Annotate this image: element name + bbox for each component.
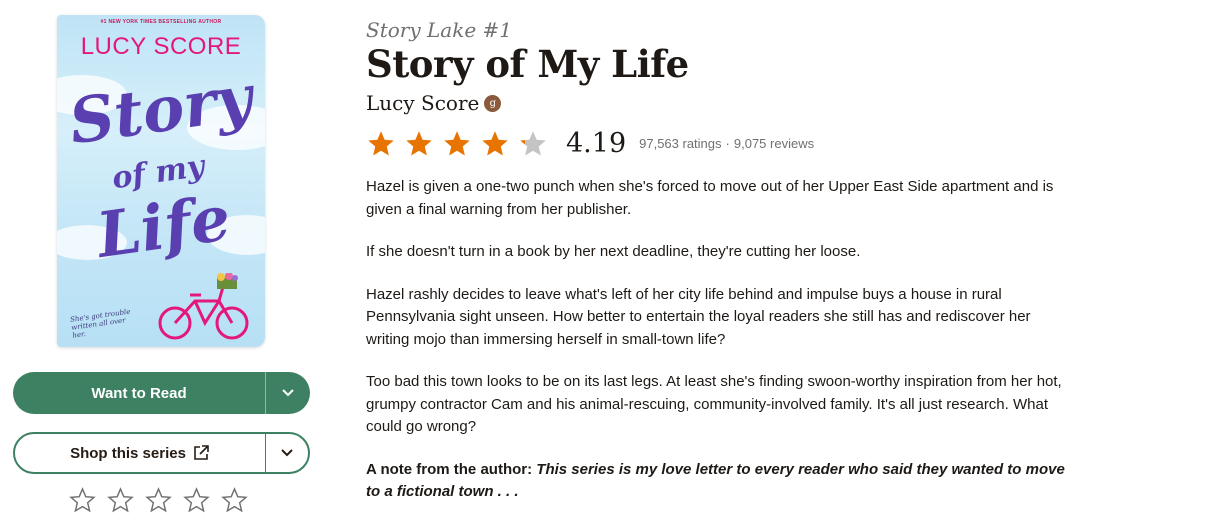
shop-series-button-group: Shop this series xyxy=(13,432,310,474)
description-paragraph: If she doesn't turn in a book by her nex… xyxy=(366,243,861,260)
rate-this-book xyxy=(69,487,248,514)
goodreads-author-badge-icon: g xyxy=(484,94,502,112)
description-paragraph: Hazel rashly decides to leave what's lef… xyxy=(366,285,1031,348)
rate-star-icon[interactable] xyxy=(221,487,248,514)
average-rating: 4.19 xyxy=(566,128,627,159)
chevron-down-icon xyxy=(281,449,293,457)
rating-stats: 4.19 97,563 ratings · 9,075 reviews xyxy=(366,128,814,159)
shop-series-label: Shop this series xyxy=(70,444,186,462)
bicycle-icon xyxy=(158,273,249,340)
rate-star-icon[interactable] xyxy=(69,487,96,514)
cover-author: LUCY SCORE xyxy=(80,33,242,60)
shop-series-button[interactable]: Shop this series xyxy=(15,434,266,472)
external-link-icon xyxy=(194,445,209,460)
cover-blurb: She's got trouble written all over her. xyxy=(69,307,131,340)
rate-star-icon[interactable] xyxy=(107,487,134,514)
rate-star-icon[interactable] xyxy=(183,487,210,514)
star-icon xyxy=(482,130,508,155)
want-to-read-button[interactable]: Want to Read xyxy=(13,372,266,414)
description-paragraph: Too bad this town looks to be on its las… xyxy=(366,373,1062,435)
author-note: A note from the author: This series is m… xyxy=(366,459,1076,504)
rate-star-icon[interactable] xyxy=(145,487,172,514)
ratings-count-link[interactable]: 97,563 ratings xyxy=(639,136,721,151)
shelf-dropdown-button[interactable] xyxy=(266,372,310,414)
star-icon xyxy=(444,130,470,155)
rating-counts: 97,563 ratings · 9,075 reviews xyxy=(639,136,814,151)
star-icon xyxy=(520,130,546,155)
author-row: Lucy Score g xyxy=(366,91,502,115)
cover-tagline: #1 NEW YORK TIMES BESTSELLING AUTHOR xyxy=(100,19,222,25)
book-title: Story of My Life xyxy=(366,42,689,86)
star-icon xyxy=(368,130,394,155)
book-cover[interactable]: #1 NEW YORK TIMES BESTSELLING AUTHOR LUC… xyxy=(57,15,265,347)
shop-dropdown-button[interactable] xyxy=(266,434,308,472)
book-description: Hazel is given a one-two punch when she'… xyxy=(366,176,1076,520)
description-paragraph: Hazel is given a one-two punch when she'… xyxy=(366,178,1054,218)
want-to-read-button-group: Want to Read xyxy=(13,372,310,414)
chevron-down-icon xyxy=(282,389,294,397)
counts-separator: · xyxy=(725,136,730,151)
author-note-label: A note from the author: xyxy=(366,460,533,478)
series-link[interactable]: Story Lake #1 xyxy=(366,18,512,42)
reviews-count-link[interactable]: 9,075 reviews xyxy=(734,136,814,151)
star-icon xyxy=(406,130,432,155)
author-link[interactable]: Lucy Score xyxy=(366,91,479,115)
average-rating-stars xyxy=(366,129,548,159)
